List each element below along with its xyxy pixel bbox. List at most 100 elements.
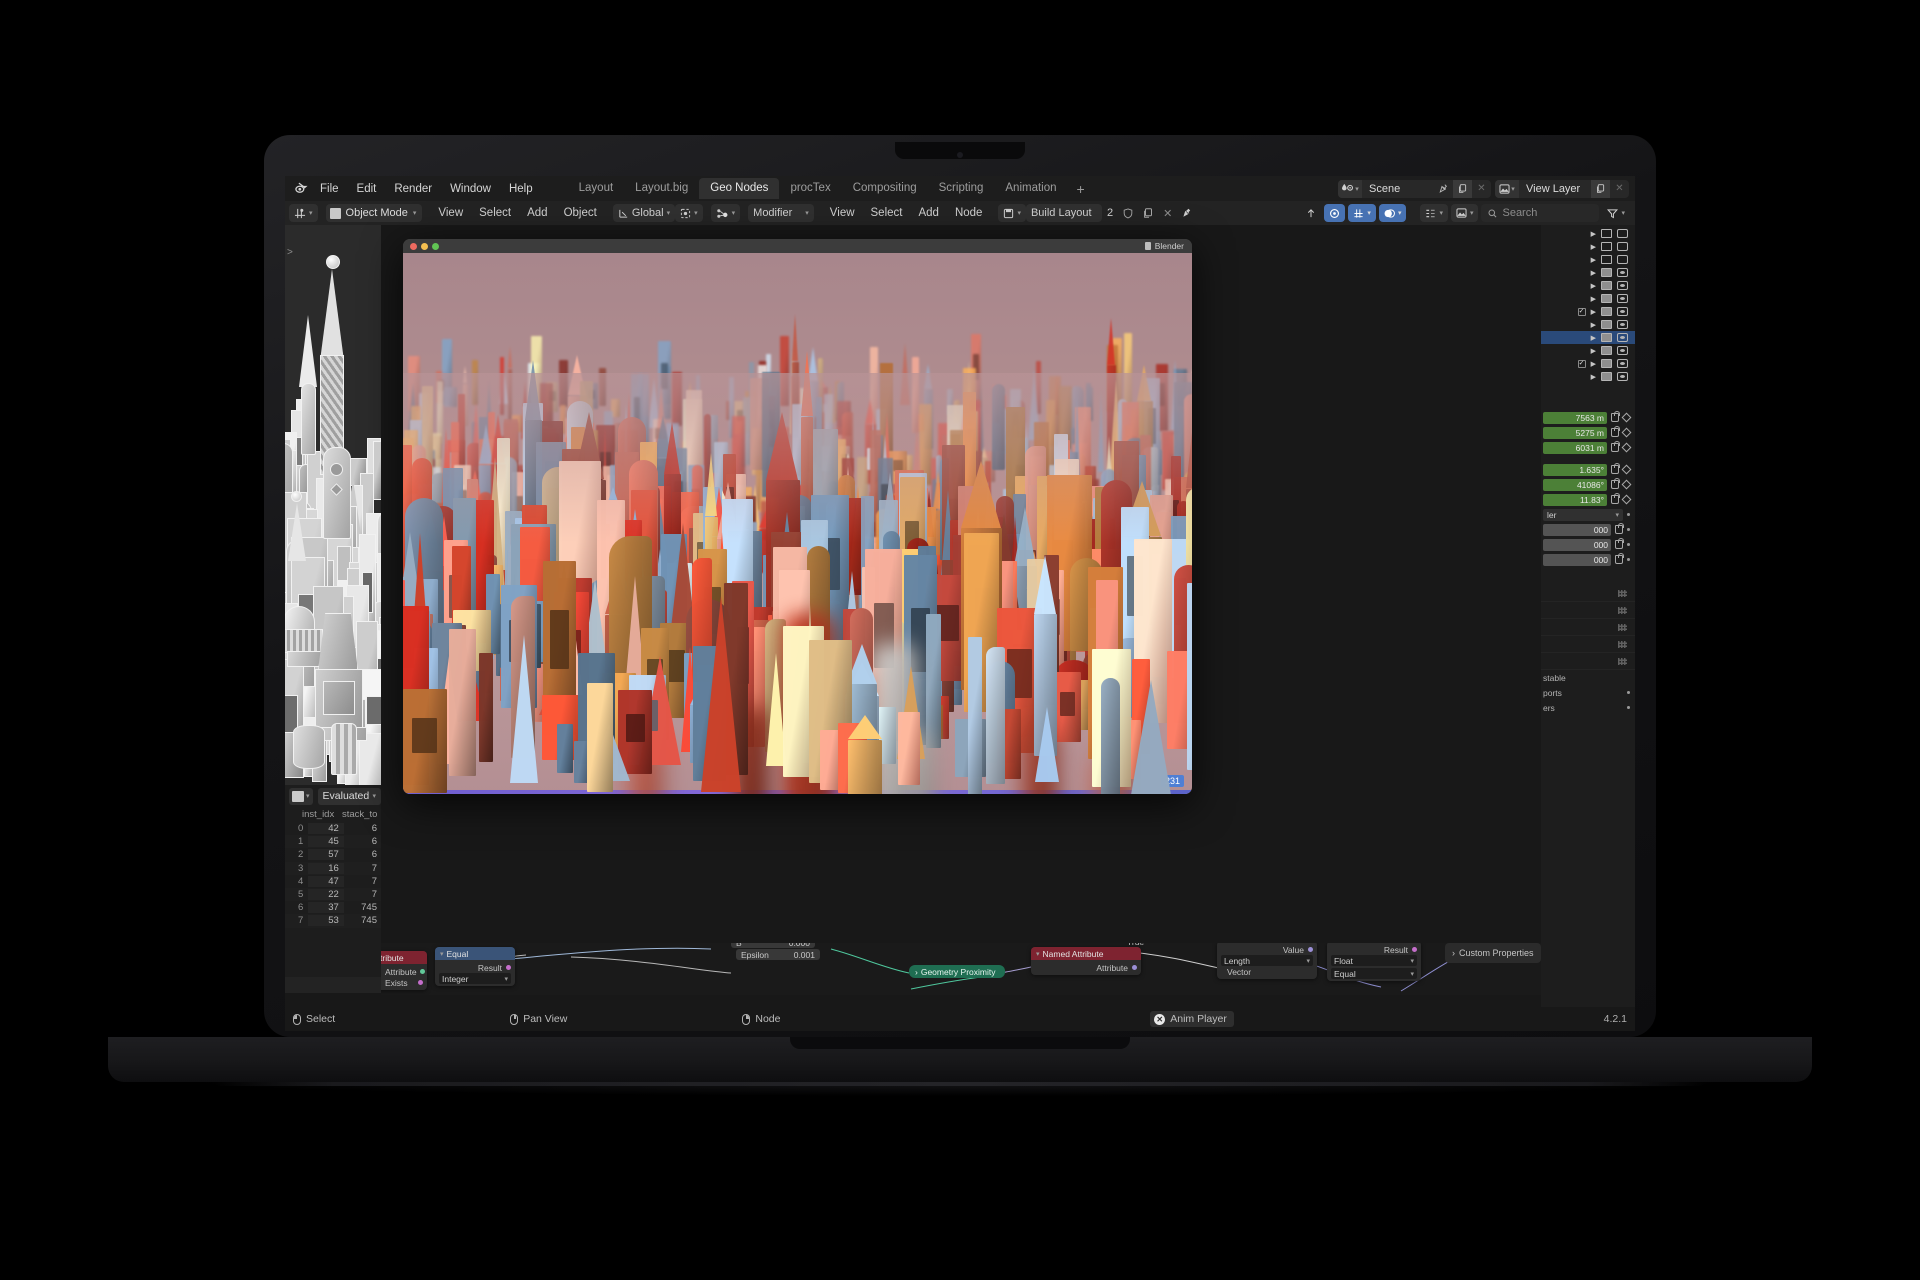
menu-window[interactable]: Window: [441, 179, 500, 199]
panel-label-row[interactable]: stable: [1541, 670, 1635, 685]
outliner-row[interactable]: ✓ ▶: [1541, 305, 1635, 318]
table-row[interactable]: 5 22 7: [285, 887, 381, 902]
copy-icon[interactable]: [1591, 179, 1610, 198]
evaluation-state-dropdown[interactable]: Evaluated ▾: [317, 787, 381, 805]
unlock-icon[interactable]: [1615, 538, 1624, 549]
outliner-row[interactable]: ▶: [1541, 253, 1635, 266]
keyframe-icon[interactable]: [1621, 412, 1632, 423]
menu-edit[interactable]: Edit: [348, 179, 386, 199]
unlock-icon[interactable]: [1611, 426, 1620, 437]
table-row[interactable]: 7 53 745: [285, 914, 381, 928]
chevron-down-icon[interactable]: ▾: [1036, 950, 1040, 958]
unlock-icon[interactable]: [1611, 441, 1620, 452]
workspace-tab-layout[interactable]: Layout: [568, 178, 625, 199]
drag-grip-icon[interactable]: [1618, 640, 1627, 648]
render-canvas[interactable]: 231: [403, 253, 1192, 794]
node-menu-node[interactable]: Node: [947, 204, 991, 222]
node-menu-select[interactable]: Select: [863, 204, 911, 222]
transform-row[interactable]: 11.83°: [1541, 492, 1635, 507]
monitor-icon[interactable]: [1601, 294, 1612, 303]
triangle-right-icon[interactable]: ▶: [1591, 256, 1596, 264]
transform-row[interactable]: 41086°: [1541, 477, 1635, 492]
camera-icon[interactable]: [1617, 255, 1628, 264]
chevron-right-icon[interactable]: ›: [915, 967, 918, 977]
triangle-right-icon[interactable]: ▶: [1591, 308, 1596, 316]
editor-type-icon[interactable]: ▾: [289, 204, 318, 222]
fake-user-icon[interactable]: [1118, 204, 1138, 222]
outliner-row[interactable]: ✓ ▶: [1541, 357, 1635, 370]
chevron-down-icon[interactable]: ▾: [440, 950, 444, 958]
camera-icon[interactable]: [1617, 268, 1628, 277]
panel-strip[interactable]: [1541, 636, 1635, 653]
monitor-icon[interactable]: [1601, 255, 1612, 264]
camera-icon[interactable]: [1617, 346, 1628, 355]
camera-icon[interactable]: [1617, 281, 1628, 290]
spreadsheet-icon[interactable]: ▾: [289, 787, 313, 805]
column-header-stack-to[interactable]: stack_to: [339, 809, 381, 820]
unlock-icon[interactable]: [1615, 553, 1624, 564]
drag-grip-icon[interactable]: [1618, 623, 1627, 631]
drag-grip-icon[interactable]: [1618, 606, 1627, 614]
workspace-tab-animation[interactable]: Animation: [994, 178, 1067, 199]
menu-file[interactable]: File: [311, 179, 348, 199]
transform-row[interactable]: 6031 m: [1541, 440, 1635, 455]
property-value[interactable]: 41086°: [1543, 478, 1607, 491]
monitor-icon[interactable]: [1601, 359, 1612, 368]
keyframe-icon[interactable]: [1621, 479, 1632, 490]
compare-type-dropdown[interactable]: Integer ▾: [439, 973, 511, 984]
close-icon[interactable]: ✕: [1610, 180, 1629, 198]
interaction-mode-selector[interactable]: Object Mode ▾: [325, 204, 423, 222]
triangle-right-icon[interactable]: ▶: [1591, 295, 1596, 303]
camera-icon[interactable]: [1617, 229, 1628, 238]
outliner-panel[interactable]: ▶ ▶ ▶ ▶ ▶ ▶ ✓ ▶ ▶ ▶ ▶ ✓ ▶ ▶: [1541, 225, 1635, 393]
workspace-tab-compositing[interactable]: Compositing: [842, 178, 928, 199]
pin-icon[interactable]: [1177, 204, 1197, 222]
properties-panel[interactable]: 7563 m 5275 m 6031 m 1.635° 41086° 11.83…: [1541, 410, 1635, 1007]
monitor-icon[interactable]: [1601, 320, 1612, 329]
vector-math-operation-dropdown[interactable]: Length ▾: [1221, 955, 1313, 966]
outliner-row[interactable]: ▶: [1541, 318, 1635, 331]
table-row[interactable]: 1 45 6: [285, 835, 381, 849]
proportional-edit-icon[interactable]: [1324, 204, 1346, 222]
keyframe-icon[interactable]: [1621, 427, 1632, 438]
unlock-icon[interactable]: [1611, 411, 1620, 422]
table-row[interactable]: 3 16 7: [285, 861, 381, 875]
triangle-right-icon[interactable]: ▶: [1591, 269, 1596, 277]
status-pan-view[interactable]: Pan View: [510, 1013, 567, 1025]
outliner-row[interactable]: ▶: [1541, 370, 1635, 383]
transform-row[interactable]: 5275 m: [1541, 425, 1635, 440]
named-attribute-node-right[interactable]: ▾ Named Attribute Attribute: [1031, 947, 1141, 975]
decorator-icon[interactable]: [1627, 513, 1630, 516]
node-header[interactable]: ▾ Named Attribute: [1031, 947, 1141, 960]
outliner-row[interactable]: ▶: [1541, 292, 1635, 305]
decorator-icon[interactable]: [1627, 706, 1630, 709]
table-row[interactable]: 2 57 6: [285, 848, 381, 861]
property-value[interactable]: 000: [1543, 538, 1611, 551]
unlock-icon[interactable]: [1611, 478, 1620, 489]
triangle-right-icon[interactable]: ▶: [1591, 334, 1596, 342]
scale-row[interactable]: 000: [1541, 552, 1635, 567]
camera-icon[interactable]: [1617, 372, 1628, 381]
triangle-right-icon[interactable]: ▶: [1591, 347, 1596, 355]
property-value[interactable]: 1.635°: [1543, 463, 1607, 476]
close-button[interactable]: [410, 242, 417, 250]
view-layer-name[interactable]: View Layer: [1519, 183, 1591, 195]
viewport-menu-select[interactable]: Select: [471, 204, 519, 222]
decorator-icon[interactable]: [1627, 543, 1630, 546]
render-window[interactable]: Blender 231: [403, 239, 1192, 794]
custom-properties-panel[interactable]: › Custom Properties: [1445, 943, 1541, 963]
node-header[interactable]: tribute: [381, 951, 427, 964]
render-window-titlebar[interactable]: Blender: [403, 239, 1192, 253]
shading-icon[interactable]: ▾: [1450, 204, 1479, 222]
property-value[interactable]: 000: [1543, 553, 1611, 566]
viewport-menu-object[interactable]: Object: [556, 204, 605, 222]
camera-icon[interactable]: [1617, 242, 1628, 251]
monitor-icon[interactable]: [1601, 242, 1612, 251]
property-value[interactable]: 5275 m: [1543, 426, 1607, 439]
property-value[interactable]: 6031 m: [1543, 441, 1607, 454]
camera-icon[interactable]: [1617, 320, 1628, 329]
workspace-tab-layout-big[interactable]: Layout.big: [624, 178, 699, 199]
property-value[interactable]: 11.83°: [1543, 493, 1607, 506]
outliner-row[interactable]: ▶: [1541, 344, 1635, 357]
drag-grip-icon[interactable]: [1618, 589, 1627, 597]
